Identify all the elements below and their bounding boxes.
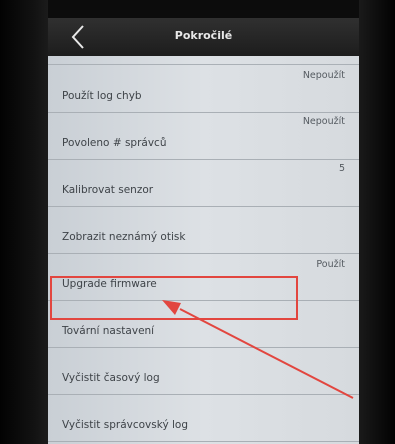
- item-label: Použít log chyb: [62, 90, 142, 102]
- item-label: Povoleno # správců: [62, 137, 167, 149]
- list-item-zobrazit-otisk[interactable]: Zobrazit neznámý otisk: [48, 206, 359, 254]
- highlight-box: [50, 276, 298, 320]
- item-label: Tovární nastavení: [62, 325, 155, 337]
- item-label: Vyčistit časový log: [62, 372, 160, 384]
- settings-list: Použít log chyb Povoleno # správců Kalib…: [48, 56, 359, 444]
- list-item-kalibrovat-senzor[interactable]: Kalibrovat senzor: [48, 159, 359, 207]
- item-value: Použít: [316, 259, 345, 270]
- item-value: Nepoužít: [302, 116, 345, 127]
- photo-edge-right: [359, 0, 395, 444]
- list-item-vycistit-spravcovsky-log[interactable]: Vyčistit správcovský log: [48, 394, 359, 442]
- list-item-partial: [48, 56, 359, 65]
- item-label: Zobrazit neznámý otisk: [62, 231, 186, 243]
- item-label: Vyčistit správcovský log: [62, 419, 189, 431]
- page-title: Pokročilé: [174, 29, 233, 42]
- item-value: 5: [338, 163, 345, 174]
- header-bar: Pokročilé: [48, 18, 359, 56]
- list-item-vycistit-casovy-log[interactable]: Vyčistit časový log: [48, 347, 359, 395]
- phone-screen: Pokročilé Použít log chyb Povoleno # spr…: [48, 18, 359, 444]
- item-label: Kalibrovat senzor: [62, 184, 154, 196]
- photo-edge-left: [0, 0, 48, 444]
- item-value: Nepoužít: [302, 70, 345, 81]
